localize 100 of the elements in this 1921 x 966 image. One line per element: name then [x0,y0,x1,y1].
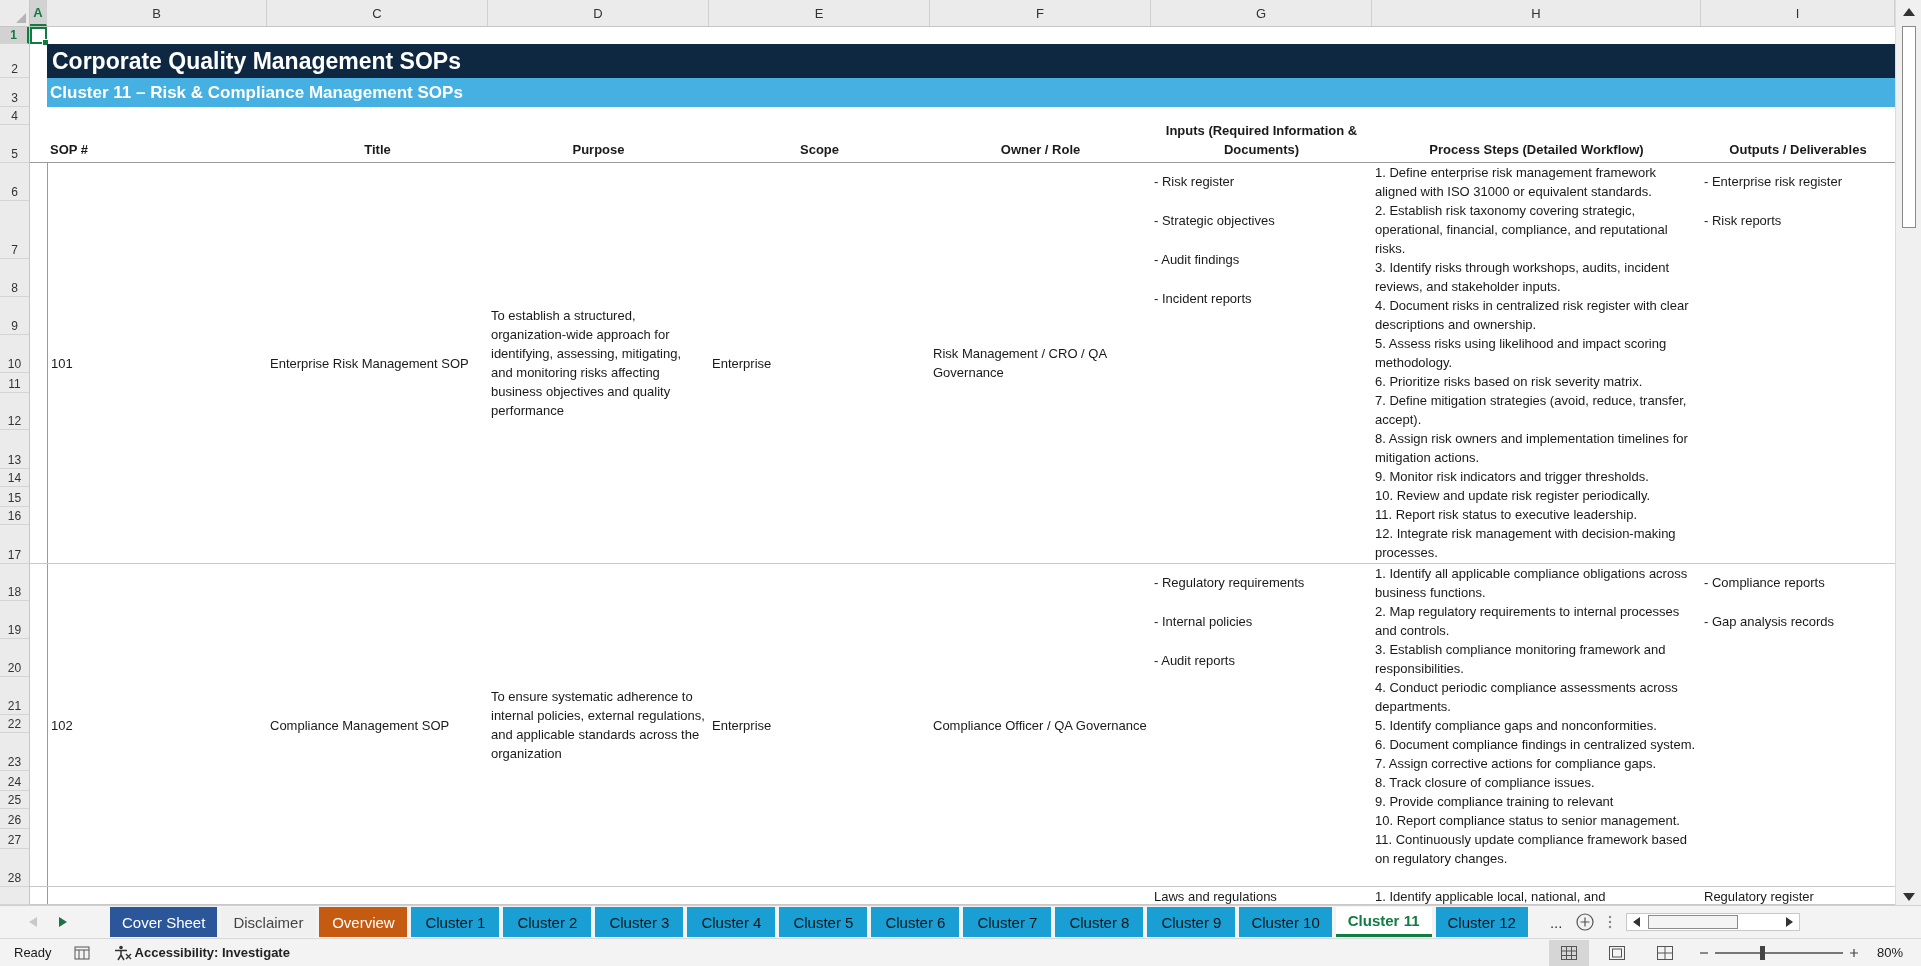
column-header[interactable]: H [1372,0,1701,26]
sheet-tab[interactable]: Cover Sheet [110,907,218,937]
more-sheets-button[interactable]: ... [1545,913,1567,931]
row-number[interactable]: 6 [0,163,29,201]
table-cell-text: Enterprise Risk Management SOP [270,354,470,373]
process-step: 3. Identify risks through workshops, audits, incident reviews, and stakeholder inputs. [1375,258,1698,296]
zoom-slider-thumb[interactable] [1760,945,1766,960]
column-header[interactable]: E [709,0,930,26]
grid-icon [1560,945,1577,960]
scroll-thumb[interactable] [1901,26,1916,228]
output-item: - Enterprise risk register [1704,173,1843,191]
input-item: - Internal policies [1154,613,1254,631]
row-number[interactable]: 4 [0,107,29,125]
column-header[interactable]: B [47,0,267,26]
sheet-tab[interactable]: Cluster 7 [963,907,1052,937]
zoom-in-icon[interactable] [1848,947,1859,958]
row-number[interactable]: 27 [0,829,29,849]
process-step: 9. Monitor risk indicators and trigger thresholds. [1375,467,1698,486]
row-number[interactable]: 25 [0,791,29,809]
process-step: 8. Track closure of compliance issues. [1375,773,1698,792]
row-number[interactable]: 10 [0,335,29,373]
process-step: 5. Identify compliance gaps and nonconformities. [1375,716,1698,735]
normal-view-button[interactable] [1548,939,1589,966]
row-number[interactable]: 1 [0,27,29,44]
row-number[interactable]: 3 [0,78,29,107]
sheet-tab[interactable]: Cluster 2 [503,907,592,937]
accessibility-icon[interactable] [113,944,132,961]
vertical-dots-icon[interactable] [1608,915,1613,929]
zoom-percentage[interactable]: 80% [1876,945,1903,960]
horizontal-scrollbar[interactable] [1626,913,1801,931]
scroll-up-icon[interactable] [1902,8,1915,16]
sheet-tab[interactable]: Cluster 11 [1335,907,1432,937]
sheet-tab[interactable]: Cluster 6 [871,907,960,937]
row-number[interactable]: 23 [0,733,29,771]
output-item: - Gap analysis records [1704,613,1836,631]
row-number[interactable]: 13 [0,430,29,469]
sheet-tab[interactable]: Cluster 3 [595,907,684,937]
active-cell[interactable] [30,27,47,44]
sheet-tab[interactable]: Cluster 4 [687,907,776,937]
column-header[interactable]: C [267,0,488,26]
row-number[interactable]: 16 [0,507,29,525]
scroll-left-icon[interactable] [1633,917,1641,927]
column-header[interactable]: G [1151,0,1372,26]
process-step: 7. Assign corrective actions for compliance gaps. [1375,754,1698,773]
process-step: 10. Report compliance status to senior management. [1375,811,1698,830]
input-item: - Strategic objectives [1154,212,1276,230]
row-number[interactable]: 24 [0,771,29,791]
column-heading: Scope [800,141,839,159]
process-step: 1. Define enterprise risk management framework aligned with ISO 31000 or equivalent standards. [1375,163,1698,201]
sheet-tab[interactable]: Cluster 1 [411,907,500,937]
macro-recorder-icon[interactable] [73,945,90,960]
row-number[interactable]: 17 [0,525,29,564]
table-cell-text: 102 [51,716,74,735]
table-cell-text: To establish a structured, organization-wide approach for identifying, assessing, mitigating, and monitoring risks affecting business objectives and quality performance [491,307,683,420]
row-number[interactable]: 9 [0,297,29,335]
process-step: 5. Assess risks using likelihood and impact scoring methodology. [1375,334,1698,372]
sheet-tab[interactable]: Cluster 12 [1435,907,1528,937]
scroll-thumb[interactable] [1648,915,1739,929]
row-number[interactable]: 20 [0,639,29,677]
row-number[interactable]: 19 [0,601,29,639]
row-number[interactable]: 15 [0,487,29,507]
column-heading: SOP # [50,141,89,159]
input-item: - Audit findings [1154,251,1241,269]
row-number[interactable]: 28 [0,849,29,887]
column-header[interactable]: D [488,0,709,26]
scroll-right-icon[interactable] [1786,917,1794,927]
row-number[interactable]: 5 [0,125,29,163]
process-step: 1. Identify all applicable compliance obligations across business functions. [1375,564,1698,602]
table-cell-text: Compliance Management SOP [270,716,451,735]
row-number[interactable]: 8 [0,259,29,297]
next-sheet-icon[interactable] [59,917,67,927]
row-number[interactable]: 18 [0,564,29,601]
table-cell-text: Enterprise [712,716,773,735]
table-cell-text: Enterprise [712,354,773,373]
sheet-tab[interactable]: Cluster 8 [1055,907,1144,937]
column-heading: Process Steps (Detailed Workflow) [1429,141,1644,159]
vertical-scrollbar[interactable] [1895,0,1921,905]
row-number[interactable]: 2 [0,44,29,78]
row-number[interactable]: 22 [0,715,29,733]
process-step: 1. Identify applicable local, national, and [1375,887,1698,906]
accessibility-status-button[interactable]: Accessibility: Investigate [131,945,290,960]
column-heading: Purpose [572,141,625,159]
sheet-tab[interactable]: Cluster 5 [779,907,868,937]
row-number[interactable]: 21 [0,677,29,715]
column-heading: Inputs (Required Information & Documents) [1164,122,1359,159]
sheet-tab[interactable]: Overview [319,907,408,937]
scroll-down-icon[interactable] [1902,893,1915,901]
row-number[interactable]: 7 [0,201,29,259]
row-number[interactable]: 11 [0,373,29,393]
row-number[interactable]: 26 [0,809,29,829]
process-step: 9. Provide compliance training to relevant [1375,792,1698,811]
row-number[interactable]: 14 [0,469,29,487]
sheet-tab[interactable]: Cluster 10 [1239,907,1332,937]
process-step: 6. Prioritize risks based on risk severity matrix. [1375,372,1698,391]
process-step: 10. Review and update risk register periodically. [1375,486,1698,505]
row-number[interactable]: 12 [0,393,29,430]
add-sheet-icon[interactable] [1576,913,1595,931]
process-step: 6. Document compliance findings in centralized system. [1375,735,1698,754]
column-header[interactable]: F [930,0,1151,26]
sheet-tab[interactable]: Cluster 9 [1147,907,1236,937]
